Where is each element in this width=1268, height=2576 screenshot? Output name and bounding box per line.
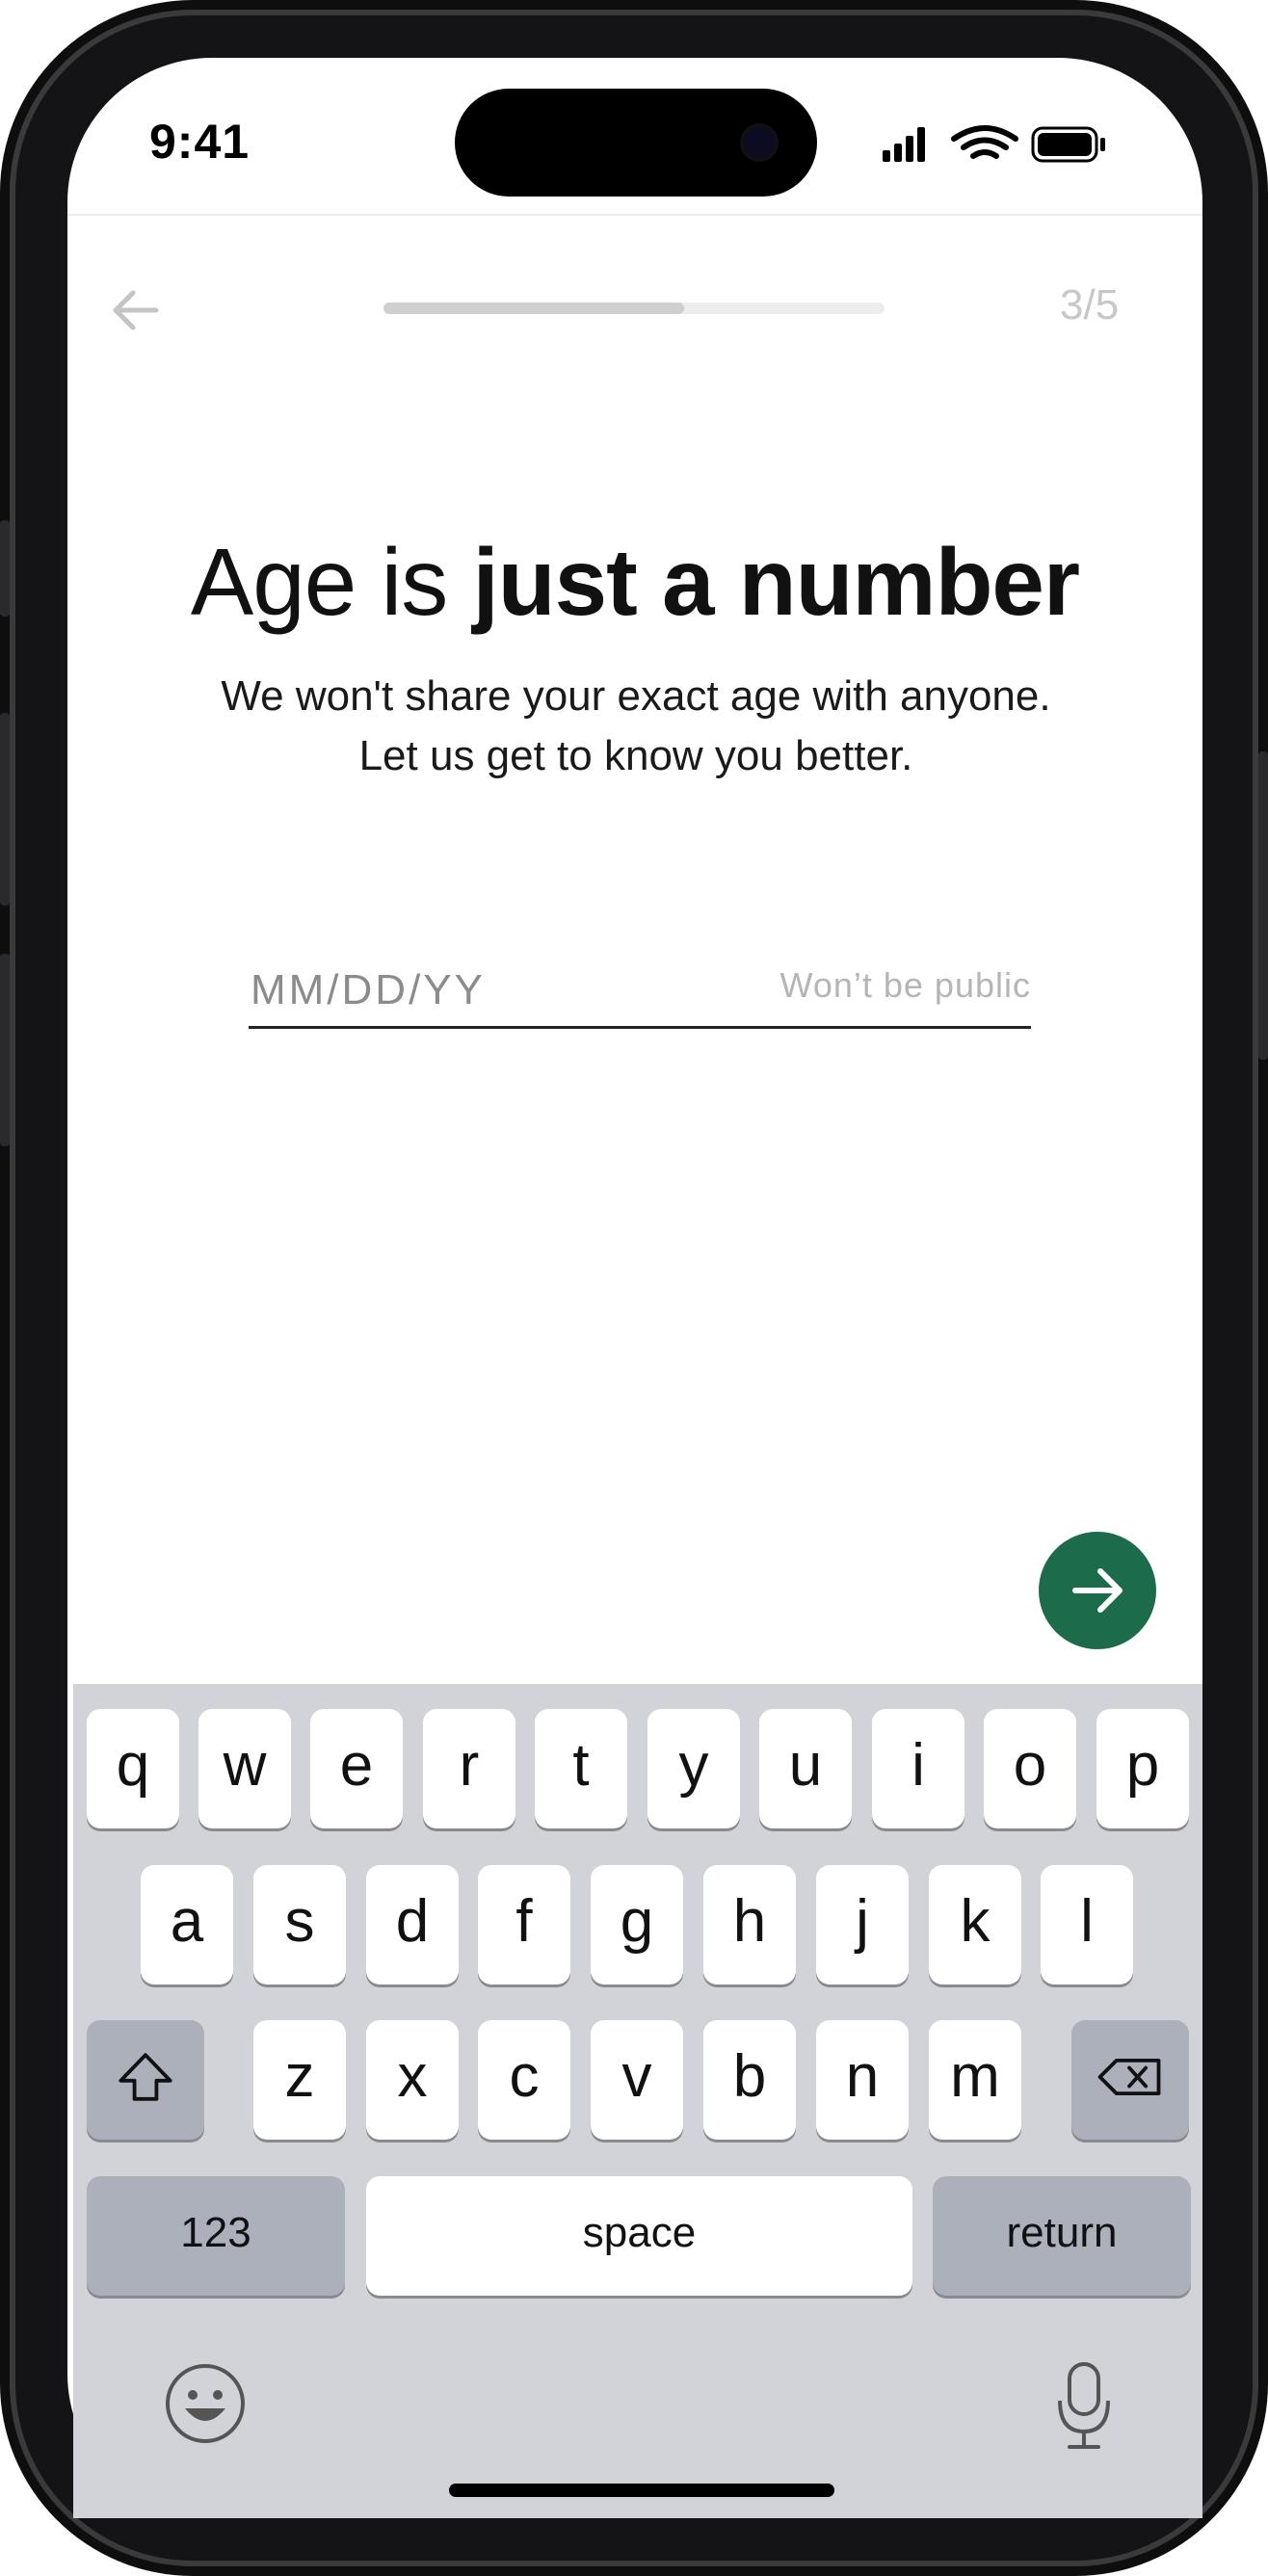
key-r[interactable]: r bbox=[423, 1709, 515, 1828]
privacy-hint: Won’t be public bbox=[779, 965, 1031, 1005]
key-v[interactable]: v bbox=[591, 2020, 683, 2140]
page-subtitle: We won't share your exact age with anyon… bbox=[135, 667, 1137, 786]
silent-switch bbox=[0, 520, 10, 617]
onboarding-progress-bar bbox=[383, 302, 885, 314]
subtitle-line-2: Let us get to know you better. bbox=[358, 732, 913, 779]
key-q[interactable]: q bbox=[87, 1709, 179, 1828]
subtitle-line-1: We won't share your exact age with anyon… bbox=[221, 672, 1051, 720]
key-a[interactable]: a bbox=[141, 1865, 233, 1985]
title-light-part: Age is bbox=[190, 529, 473, 635]
key-n[interactable]: n bbox=[816, 2020, 909, 2140]
numbers-key[interactable]: 123 bbox=[87, 2176, 345, 2296]
key-t[interactable]: t bbox=[535, 1709, 627, 1828]
volume-down-button bbox=[0, 954, 10, 1146]
progress-bar-fill bbox=[383, 302, 684, 314]
status-icons bbox=[883, 125, 1105, 163]
step-counter: 3/5 bbox=[1060, 281, 1120, 329]
battery-icon bbox=[1031, 126, 1105, 163]
key-j[interactable]: j bbox=[816, 1865, 909, 1985]
key-g[interactable]: g bbox=[591, 1865, 683, 1985]
key-l[interactable]: l bbox=[1041, 1865, 1133, 1985]
power-button bbox=[1258, 751, 1268, 1060]
key-b[interactable]: b bbox=[703, 2020, 796, 2140]
front-camera bbox=[740, 123, 779, 162]
birthdate-input[interactable] bbox=[251, 959, 713, 1021]
key-c[interactable]: c bbox=[478, 2020, 570, 2140]
shift-arrow-icon bbox=[119, 2053, 172, 2101]
back-arrow-icon[interactable] bbox=[108, 281, 166, 339]
key-w[interactable]: w bbox=[198, 1709, 291, 1828]
cellular-signal-icon bbox=[883, 127, 925, 162]
delete-key[interactable] bbox=[1071, 2020, 1189, 2140]
header-divider bbox=[67, 214, 1202, 216]
status-time: 9:41 bbox=[149, 115, 251, 169]
key-s[interactable]: s bbox=[253, 1865, 346, 1985]
key-x[interactable]: x bbox=[366, 2020, 459, 2140]
key-u[interactable]: u bbox=[759, 1709, 852, 1828]
wifi-icon bbox=[951, 125, 1018, 159]
key-f[interactable]: f bbox=[478, 1865, 570, 1985]
emoji-icon[interactable] bbox=[164, 2362, 247, 2445]
home-indicator[interactable] bbox=[449, 2484, 834, 2497]
key-h[interactable]: h bbox=[703, 1865, 796, 1985]
key-z[interactable]: z bbox=[253, 2020, 346, 2140]
backspace-icon bbox=[1097, 2058, 1161, 2096]
shift-key[interactable] bbox=[87, 2020, 204, 2140]
key-o[interactable]: o bbox=[984, 1709, 1076, 1828]
key-y[interactable]: y bbox=[647, 1709, 740, 1828]
key-p[interactable]: p bbox=[1096, 1709, 1189, 1828]
volume-up-button bbox=[0, 713, 10, 906]
key-d[interactable]: d bbox=[366, 1865, 459, 1985]
return-key[interactable]: return bbox=[933, 2176, 1191, 2296]
microphone-icon[interactable] bbox=[1050, 2358, 1118, 2455]
space-key[interactable]: space bbox=[366, 2176, 912, 2296]
key-e[interactable]: e bbox=[310, 1709, 403, 1828]
birthdate-field: Won’t be public bbox=[249, 954, 1031, 1029]
title-bold-part: just a number bbox=[472, 529, 1081, 635]
next-button[interactable] bbox=[1039, 1532, 1156, 1649]
key-m[interactable]: m bbox=[929, 2020, 1021, 2140]
key-i[interactable]: i bbox=[872, 1709, 964, 1828]
key-k[interactable]: k bbox=[929, 1865, 1021, 1985]
page-title: Age is just a number bbox=[67, 528, 1202, 637]
arrow-right-icon bbox=[1072, 1568, 1123, 1613]
